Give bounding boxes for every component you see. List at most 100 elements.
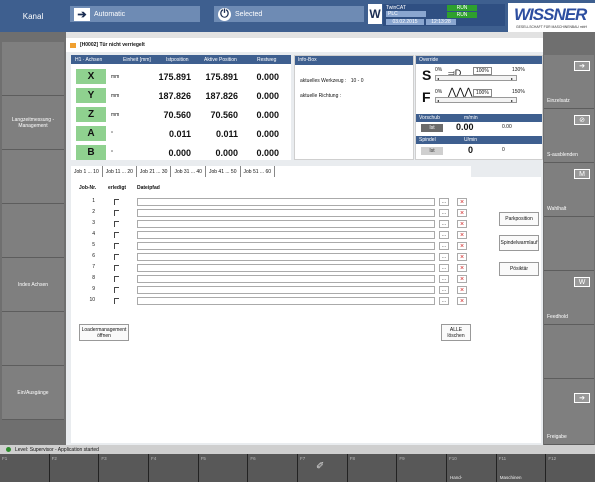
softkey-empty-r1[interactable]: [544, 217, 594, 271]
browse-button[interactable]: ...: [439, 220, 449, 228]
job-path-field[interactable]: [137, 231, 435, 239]
fkey-f3[interactable]: F3: [99, 454, 150, 482]
done-checkbox[interactable]: [114, 210, 119, 216]
tab-job-11-20[interactable]: Job 11 ... 20: [102, 166, 137, 177]
park-position-button[interactable]: Parkposition: [499, 212, 539, 226]
fkey-f9[interactable]: F9: [397, 454, 448, 482]
softkey-empty-r2[interactable]: [544, 325, 594, 379]
axes-header-active: Aktive Position: [204, 57, 237, 63]
channel-label[interactable]: Kanal: [0, 0, 66, 32]
fkey-number: F5: [200, 456, 206, 461]
job-path-field[interactable]: [137, 264, 435, 272]
softkey-empty-3[interactable]: [2, 204, 64, 258]
softkey-release[interactable]: ➔ Freigabe: [544, 379, 594, 445]
done-checkbox[interactable]: [114, 265, 119, 271]
done-checkbox[interactable]: [114, 254, 119, 260]
browse-button[interactable]: ...: [439, 242, 449, 250]
tab-job-51-60[interactable]: Job 51 ... 60: [240, 166, 276, 177]
fkey-f7[interactable]: F7 ✐: [298, 454, 348, 482]
slider-left-arrow-icon[interactable]: ◂: [437, 76, 441, 81]
tab-job-1-10[interactable]: Job 1 ... 10: [71, 166, 103, 177]
fkey-f1[interactable]: F1: [0, 454, 50, 482]
browse-button[interactable]: ...: [439, 231, 449, 239]
delete-icon[interactable]: ×: [457, 231, 467, 239]
job-path-field[interactable]: [137, 286, 435, 294]
softkey-empty-4[interactable]: [2, 312, 64, 366]
done-checkbox[interactable]: [114, 287, 119, 293]
slider-left-arrow-icon[interactable]: ◂: [437, 98, 441, 103]
feed-override-slider[interactable]: ◂ ▸: [435, 97, 517, 103]
delete-all-button[interactable]: ALLE löschen: [441, 324, 471, 341]
table-row: 4... ×: [71, 231, 501, 241]
mode-label: Automatic: [94, 10, 126, 18]
softkey-single-block[interactable]: ➔ Einzelsatz: [544, 55, 594, 109]
softkey-longterm[interactable]: Langzeitmessung - Management: [2, 96, 64, 150]
job-number: 8: [92, 275, 95, 281]
job-path-field[interactable]: [137, 209, 435, 217]
axis-actual: 187.826: [158, 90, 191, 101]
browse-button[interactable]: ...: [439, 209, 449, 217]
delete-icon[interactable]: ×: [457, 275, 467, 283]
tab-job-21-30[interactable]: Job 21 ... 30: [136, 166, 172, 177]
job-path-field[interactable]: [137, 242, 435, 250]
browse-button[interactable]: ...: [439, 275, 449, 283]
softkey-skip[interactable]: ⊘ S-ausblenden: [544, 109, 594, 163]
spindle-override-letter: S: [422, 67, 432, 83]
alarm-message-bar[interactable]: [H0002] Tür nicht verriegelt: [66, 38, 543, 52]
softkey-io[interactable]: Ein/Ausgänge: [2, 366, 64, 420]
slider-right-arrow-icon[interactable]: ▸: [511, 98, 515, 103]
job-path-field[interactable]: [137, 297, 435, 305]
tab-job-31-40[interactable]: Job 31 ... 40: [171, 166, 206, 177]
done-checkbox[interactable]: [114, 221, 119, 227]
softkey-optional-stop[interactable]: M Wahlhalt: [544, 163, 594, 217]
browse-button[interactable]: ...: [439, 286, 449, 294]
softkey-index-axes[interactable]: Index Achsen: [2, 258, 64, 312]
delete-icon[interactable]: ×: [457, 253, 467, 261]
override-panel: Override S 0% ⫤D 100% 130% ◂ ▸ F 0% ⋀⋀⋀ …: [415, 55, 543, 160]
left-softkey-bar: Langzeitmessung - Management Index Achse…: [0, 32, 66, 445]
delete-icon[interactable]: ×: [457, 198, 467, 206]
fkey-f12[interactable]: F12: [546, 454, 595, 482]
spindle-override-slider[interactable]: ◂ ▸: [435, 75, 517, 81]
done-checkbox[interactable]: [114, 243, 119, 249]
loader-management-button[interactable]: Loadermanagement öffnen: [79, 324, 129, 341]
job-path-field[interactable]: [137, 275, 435, 283]
slider-right-arrow-icon[interactable]: ▸: [511, 76, 515, 81]
fkey-f2[interactable]: F2: [49, 454, 100, 482]
spindle-warmup-button[interactable]: Spindelwarmlauf: [499, 235, 539, 251]
job-path-field[interactable]: [137, 198, 435, 206]
selected-button[interactable]: ⏻ Selected: [214, 6, 364, 22]
job-path-field[interactable]: [137, 253, 435, 261]
done-checkbox[interactable]: [114, 298, 119, 304]
brand-name: WISSNER: [514, 5, 587, 24]
done-checkbox[interactable]: [114, 199, 119, 205]
position-button[interactable]: Pösiktär: [499, 262, 539, 276]
browse-button[interactable]: ...: [439, 198, 449, 206]
tab-job-41-50[interactable]: Job 41 ... 50: [205, 166, 241, 177]
delete-icon[interactable]: ×: [457, 242, 467, 250]
delete-icon[interactable]: ×: [457, 209, 467, 217]
axis-row: A ° 0.011 0.011 0.000: [71, 124, 291, 143]
delete-icon[interactable]: ×: [457, 286, 467, 294]
delete-icon[interactable]: ×: [457, 297, 467, 305]
axes-header: H1 · Achsen Einheit [mm] Istposition Akt…: [71, 55, 291, 64]
fkey-f4[interactable]: F4: [149, 454, 199, 482]
softkey-feedhold[interactable]: W Feedhold: [544, 271, 594, 325]
delete-icon[interactable]: ×: [457, 220, 467, 228]
done-checkbox[interactable]: [114, 276, 119, 282]
done-checkbox[interactable]: [114, 232, 119, 238]
softkey-empty-1[interactable]: [2, 42, 64, 96]
mode-button[interactable]: ➔ Automatic: [70, 6, 200, 22]
fkey-f10[interactable]: F10 Hand-: [447, 454, 497, 482]
browse-button[interactable]: ...: [439, 253, 449, 261]
delete-icon[interactable]: ×: [457, 264, 467, 272]
job-path-field[interactable]: [137, 220, 435, 228]
softkey-empty-2[interactable]: [2, 150, 64, 204]
browse-button[interactable]: ...: [439, 297, 449, 305]
fkey-number: F11: [498, 456, 507, 461]
fkey-f5[interactable]: F5: [198, 454, 249, 482]
browse-button[interactable]: ...: [439, 264, 449, 272]
fkey-f6[interactable]: F6: [248, 454, 299, 482]
fkey-f8[interactable]: F8: [347, 454, 398, 482]
fkey-f11[interactable]: F11 Maschinen: [496, 454, 547, 482]
